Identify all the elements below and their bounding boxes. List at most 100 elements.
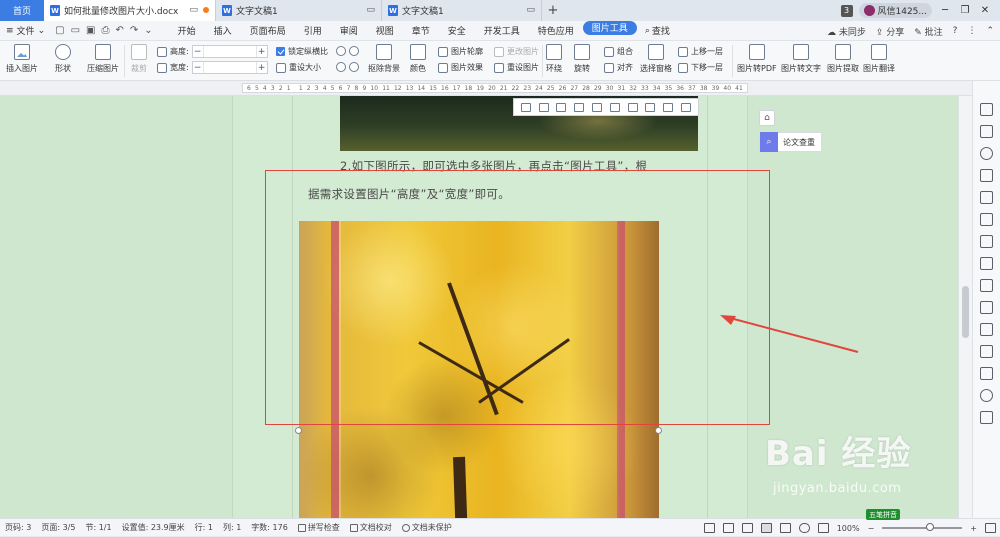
status-setting[interactable]: 设置值: 23.9厘米 <box>117 522 190 533</box>
align-button[interactable]: 对齐 <box>604 62 633 73</box>
sync-status[interactable]: ☁ 未同步 <box>827 25 866 38</box>
horizontal-ruler[interactable]: 6 5 4 3 2 1 1 2 3 4 5 6 7 8 9 10 11 12 13 14 15 16 17 18 19 20 21 2… <box>0 81 1000 96</box>
wrap-button[interactable]: 环绕 <box>546 44 562 74</box>
tab-security[interactable]: 安全 <box>439 21 475 41</box>
fill-icon[interactable] <box>980 169 993 182</box>
tab-developer[interactable]: 开发工具 <box>475 21 529 41</box>
monitor-icon[interactable]: ▭ <box>189 5 198 15</box>
zoom-slider[interactable] <box>882 523 963 531</box>
tab-page-layout[interactable]: 页面布局 <box>241 21 295 41</box>
web-view-icon[interactable] <box>798 523 810 533</box>
grid-apps-icon[interactable] <box>980 213 993 226</box>
picture-extract-button[interactable]: 图片提取 <box>827 44 859 74</box>
decrement-icon[interactable]: − <box>193 47 203 57</box>
document-tab-2[interactable]: W 文字文稿1 ▭ <box>216 0 382 21</box>
rotate-button[interactable]: 旋转 <box>574 44 590 74</box>
scrollbar-thumb[interactable] <box>962 286 969 338</box>
increment-icon[interactable]: + <box>257 63 267 73</box>
remove-background-button[interactable]: 抠除背景 <box>368 44 400 74</box>
help-circle-icon[interactable] <box>980 389 993 402</box>
picture-effect-button[interactable]: 图片效果 <box>438 62 483 73</box>
reading-mode-icon[interactable] <box>703 523 715 533</box>
increment-icon[interactable]: + <box>257 47 267 57</box>
more-icon[interactable]: ⋮ <box>967 26 976 36</box>
status-row[interactable]: 行: 1 <box>190 522 218 533</box>
outline-view-icon[interactable] <box>779 523 791 533</box>
tab-picture-tools[interactable]: 图片工具 <box>582 20 637 35</box>
status-col[interactable]: 列: 1 <box>218 522 246 533</box>
reset-size-button[interactable]: 重设大小 <box>276 62 321 73</box>
share-button[interactable]: ⇪ 分享 <box>876 25 904 38</box>
crop-button[interactable]: 裁剪 <box>131 44 147 74</box>
new-doc-icon[interactable]: ▢ <box>55 25 64 36</box>
contrast-down-icon[interactable] <box>349 62 359 72</box>
customize-icon[interactable]: ⌄ <box>144 25 152 36</box>
document-tab-1[interactable]: W 如何批量修改图片大小.docx ▭ <box>44 0 216 21</box>
page-view-icon[interactable] <box>760 523 772 533</box>
eye-protection-icon[interactable] <box>817 523 829 533</box>
zoom-in-icon[interactable]: + <box>970 524 977 533</box>
tab-insert[interactable]: 插入 <box>205 21 241 41</box>
shape-button[interactable]: 形状 <box>55 44 71 74</box>
insert-picture-button[interactable]: 插入图片 <box>6 44 38 74</box>
help-icon[interactable]: ? <box>953 26 958 36</box>
save-icon[interactable]: ▣ <box>86 25 95 36</box>
tab-home[interactable]: 开始 <box>169 21 205 41</box>
decrement-icon[interactable]: − <box>193 63 203 73</box>
chart-icon[interactable] <box>980 235 993 248</box>
open-folder-icon[interactable]: ▭ <box>71 25 80 36</box>
status-word-count[interactable]: 字数: 176 <box>246 522 293 533</box>
document-tab-3[interactable]: W 文字文稿1 ▭ <box>382 0 542 21</box>
search-button[interactable]: ⌕ 查找 <box>637 24 678 38</box>
paper-check-button[interactable]: ⌕ 论文查重 <box>759 132 822 152</box>
table-icon[interactable] <box>980 191 993 204</box>
ime-indicator[interactable]: 五笔拼音 <box>866 509 900 520</box>
redo-icon[interactable]: ↷ <box>130 25 138 36</box>
width-input[interactable]: − + <box>191 61 268 74</box>
monitor-icon[interactable]: ▭ <box>366 5 375 15</box>
home-tab[interactable]: 首页 <box>0 0 44 21</box>
align-top-icon[interactable] <box>574 102 585 112</box>
status-section[interactable]: 节: 1/1 <box>80 522 116 533</box>
status-page[interactable]: 页面: 3/5 <box>36 522 80 533</box>
picture-to-text-button[interactable]: 图片转文字 <box>781 44 821 74</box>
monitor-icon[interactable]: ▭ <box>526 5 535 15</box>
copy-layout-icon[interactable] <box>681 102 692 112</box>
more-layout-icon[interactable] <box>663 102 674 112</box>
copy-format-icon[interactable] <box>980 301 993 314</box>
settings-sliders-icon[interactable] <box>980 257 993 270</box>
tab-special-apps[interactable]: 特色应用 <box>529 21 583 41</box>
user-account[interactable]: 风信1425... <box>858 3 932 18</box>
zoom-out-icon[interactable]: − <box>868 524 875 533</box>
fit-page-icon[interactable] <box>985 523 996 533</box>
picture-translate-button[interactable]: 图片翻译 <box>863 44 895 74</box>
resize-handle[interactable] <box>295 427 302 434</box>
lock-icon[interactable] <box>980 279 993 292</box>
minimize-icon[interactable]: ─ <box>938 5 952 16</box>
close-icon[interactable]: ✕ <box>978 5 992 16</box>
brightness-down-icon[interactable] <box>336 62 346 72</box>
location-icon[interactable] <box>980 147 993 160</box>
align-middle-icon[interactable] <box>592 102 603 112</box>
send-backward-button[interactable]: 下移一层 <box>678 62 723 73</box>
spell-check-button[interactable]: 拼写检查 <box>293 522 345 533</box>
cursor-select-icon[interactable] <box>980 125 993 138</box>
image-gallery-icon[interactable] <box>980 367 993 380</box>
color-button[interactable]: 颜色 <box>410 44 426 74</box>
contrast-icon[interactable] <box>349 46 359 56</box>
compress-picture-button[interactable]: 压缩图片 <box>87 44 119 74</box>
zoom-slider-knob[interactable] <box>926 523 935 531</box>
collapse-panel-icon[interactable]: ⌂ <box>759 110 775 126</box>
undo-icon[interactable]: ↶ <box>115 25 123 36</box>
tab-review[interactable]: 审阅 <box>331 21 367 41</box>
tab-view[interactable]: 视图 <box>367 21 403 41</box>
edit-pen-icon[interactable] <box>980 103 993 116</box>
height-input[interactable]: − + <box>191 45 268 58</box>
resize-handle[interactable] <box>655 427 662 434</box>
status-page-number[interactable]: 页码: 3 <box>0 522 36 533</box>
align-left-icon[interactable] <box>520 102 531 112</box>
tab-references[interactable]: 引用 <box>295 21 331 41</box>
print-icon[interactable]: ⎙ <box>101 25 109 36</box>
share-export-icon[interactable] <box>980 323 993 336</box>
document-panel-icon[interactable] <box>980 345 993 358</box>
